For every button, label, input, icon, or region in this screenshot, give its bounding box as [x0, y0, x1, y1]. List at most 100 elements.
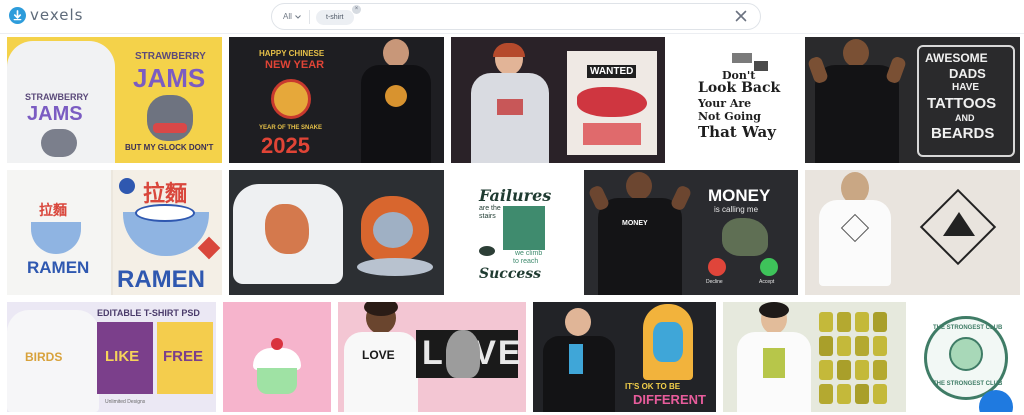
- result-dont-look-back[interactable]: Don't Look Back Your Are Not Going That …: [672, 37, 798, 163]
- design-text: That Way: [698, 123, 776, 141]
- query-chip[interactable]: t-shirt: [316, 10, 354, 25]
- snake-emblem: [271, 79, 311, 119]
- design-text: is calling me: [714, 205, 759, 214]
- chip-remove-close-icon[interactable]: ×: [352, 5, 361, 14]
- design-text: Success: [479, 266, 542, 282]
- search-bar[interactable]: All t-shirt ×: [271, 3, 761, 30]
- design-text: YEAR OF THE SNAKE: [259, 125, 323, 131]
- result-chinese-new-year[interactable]: HAPPY CHINESE NEW YEAR YEAR OF THE SNAKE…: [229, 37, 444, 163]
- model-photo: [817, 172, 893, 295]
- design-text: BIRDS: [25, 350, 63, 364]
- result-awesome-dads[interactable]: AWESOME DADS HAVE TATTOOS AND BEARDS: [805, 37, 1020, 163]
- design-text: Failures: [479, 186, 552, 205]
- vexels-logo-icon: [9, 6, 26, 24]
- category-select[interactable]: All: [283, 12, 301, 21]
- design-text: 2025: [261, 133, 310, 158]
- model-photo: [471, 43, 549, 163]
- design-text: are the: [479, 205, 501, 212]
- raccoon-illustration: [41, 129, 77, 157]
- chat-help-button[interactable]: [979, 390, 1013, 412]
- wanted-artwork: WANTED: [567, 51, 657, 155]
- eye-graphic: [754, 61, 768, 71]
- chevron-down-icon: [295, 14, 301, 19]
- design-text: stairs: [479, 213, 496, 220]
- design-text: RAMEN: [27, 258, 90, 277]
- search-divider: [309, 10, 310, 24]
- vexels-logo[interactable]: vexels: [9, 6, 83, 24]
- clear-search-close-icon[interactable]: [732, 7, 750, 25]
- design-text: STRAWBERRY: [135, 51, 206, 62]
- result-failures-success[interactable]: Failures are the stairs we climb to reac…: [451, 170, 577, 295]
- mountain-artwork: [913, 182, 1003, 272]
- model-photo: MONEY: [587, 172, 693, 295]
- design-text: DADS: [949, 66, 986, 81]
- cupcake-frosting: [253, 348, 301, 370]
- result-wanted-hoodie[interactable]: WANTED: [451, 37, 665, 163]
- result-mountain-tee[interactable]: [805, 170, 1020, 295]
- design-text: MONEY: [708, 186, 771, 205]
- design-text: JAMS: [27, 103, 83, 125]
- dragon-artwork: [355, 186, 435, 278]
- result-strongest-club[interactable]: THE STRONGEST CLUB THE STRONGEST CLUB: [913, 302, 1020, 412]
- result-strawberry-jams[interactable]: STRAWBERRY JAMS STRAWBERRY JAMS BUT MY G…: [7, 37, 222, 163]
- raccoon-illustration: [147, 95, 193, 141]
- ramen-artwork: 拉麵 RAMEN: [113, 170, 222, 295]
- design-text: STRAWBERRY: [25, 92, 89, 102]
- cupcake-base: [257, 368, 297, 394]
- design-text: AND: [955, 113, 975, 123]
- design-text: BEARDS: [931, 125, 995, 142]
- design-text: HAPPY CHINESE: [259, 49, 325, 58]
- jars-artwork: [819, 312, 891, 404]
- design-text: Your Are: [698, 97, 752, 110]
- model-photo: [361, 39, 431, 163]
- design-text: RAMEN: [117, 266, 205, 293]
- butterfly-icon: [479, 246, 495, 256]
- design-text: to reach: [513, 258, 539, 265]
- stairs-graphic: [503, 206, 545, 250]
- category-label: All: [283, 12, 292, 21]
- broccoli-mascot: [949, 337, 983, 371]
- design-text: DIFFERENT: [633, 392, 706, 407]
- design-text: Decline: [706, 279, 723, 285]
- result-cupcake[interactable]: [223, 302, 331, 412]
- like-card: LIKE: [97, 322, 153, 394]
- design-text: NEW YEAR: [265, 59, 325, 71]
- result-pickle-jars[interactable]: [723, 302, 906, 412]
- result-editable-psd[interactable]: BIRDS EDITABLE T-SHIRT PSD LIKE FREE Unl…: [7, 302, 216, 412]
- design-text: 拉麵: [39, 202, 67, 218]
- design-text: TATTOOS: [927, 95, 997, 112]
- design-text: LIKE: [105, 348, 140, 365]
- design-text: Accept: [759, 279, 775, 285]
- design-text: Not Going: [698, 110, 761, 123]
- result-money-calling[interactable]: MONEY MONEY is calling me Decline Accept: [584, 170, 798, 295]
- vexels-results-page: vexels All t-shirt × STRAWBERRY JAMS STR…: [0, 0, 1024, 415]
- top-header: vexels All t-shirt ×: [0, 0, 1024, 34]
- result-dragon-sweatshirt[interactable]: [229, 170, 444, 295]
- club-badge: THE STRONGEST CLUB THE STRONGEST CLUB: [924, 316, 1008, 400]
- query-chip-label: t-shirt: [326, 14, 344, 21]
- design-text: IT'S OK TO BE: [625, 382, 681, 391]
- logo-text: vexels: [30, 6, 84, 24]
- decline-call-icon: [708, 258, 726, 276]
- model-photo: [537, 308, 621, 412]
- result-love-skull[interactable]: LOVE LOVE: [338, 302, 526, 412]
- result-ramen[interactable]: 拉麵 RAMEN 拉麵 RAMEN: [7, 170, 222, 295]
- design-text: JAMS: [133, 63, 206, 93]
- bandana: [153, 123, 187, 133]
- cherry-graphic: [271, 338, 283, 350]
- design-text: Look Back: [698, 80, 781, 96]
- design-text: AWESOME: [925, 51, 988, 65]
- design-text: BUT MY GLOCK DON'T: [125, 143, 214, 152]
- design-text: LOVE: [362, 348, 395, 362]
- design-text: THE STRONGEST CLUB: [933, 381, 1003, 387]
- result-different-giraffe[interactable]: IT'S OK TO BE DIFFERENT: [533, 302, 716, 412]
- design-text: HAVE: [952, 82, 980, 93]
- dragon-graphic: [265, 204, 309, 254]
- design-text: EDITABLE T-SHIRT PSD: [97, 308, 200, 318]
- model-photo: [737, 302, 811, 412]
- dads-artwork: AWESOME DADS HAVE TATTOOS AND BEARDS: [917, 45, 1015, 157]
- model-photo: [806, 39, 908, 163]
- free-card: FREE: [157, 322, 213, 394]
- design-text: we climb: [515, 250, 543, 257]
- design-text: Unlimited Designs: [105, 399, 146, 405]
